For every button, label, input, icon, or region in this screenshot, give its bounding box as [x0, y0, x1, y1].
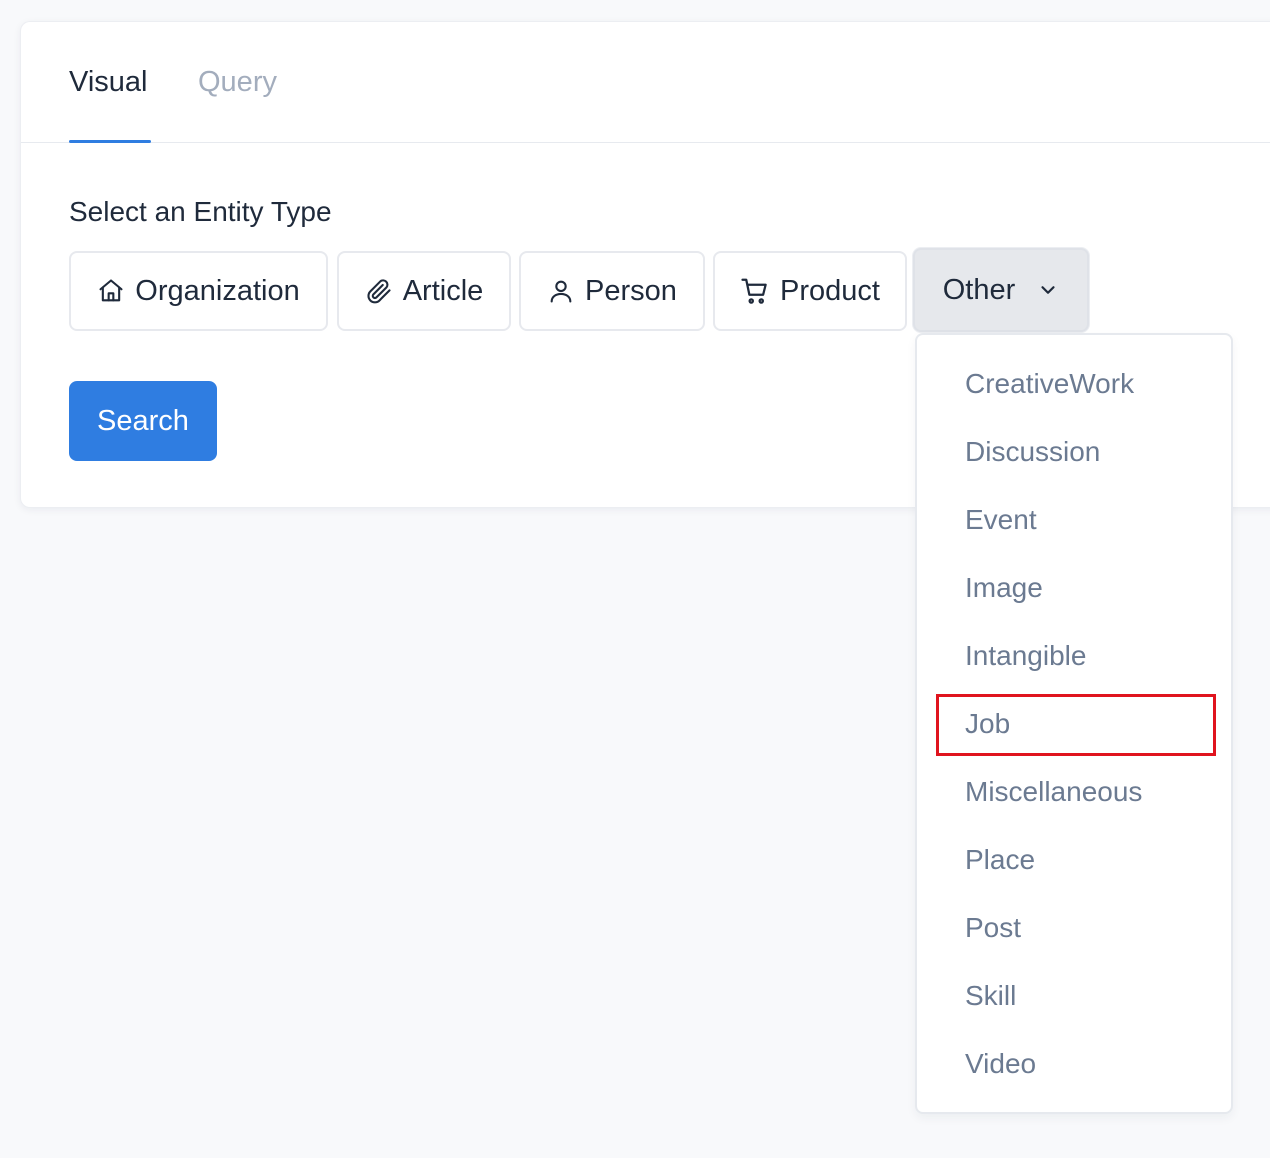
menu-item-video[interactable]: Video: [917, 1034, 1231, 1094]
search-button[interactable]: Search: [69, 381, 217, 461]
menu-item-creativework[interactable]: CreativeWork: [917, 354, 1231, 414]
organization-button-label: Organization: [135, 274, 300, 307]
product-button[interactable]: Product: [713, 251, 907, 331]
tab-query[interactable]: Query: [198, 64, 277, 100]
other-dropdown-menu: CreativeWork Discussion Event Image Inta…: [915, 333, 1233, 1114]
home-icon: [97, 277, 125, 305]
other-button-label: Other: [942, 273, 1016, 306]
tab-bar: Visual Query: [21, 22, 1270, 143]
user-icon: [547, 277, 575, 305]
product-button-label: Product: [780, 274, 880, 307]
paperclip-icon: [365, 277, 393, 305]
shopping-cart-icon: [740, 276, 770, 306]
other-dropdown-button[interactable]: Other: [913, 248, 1089, 332]
menu-item-place[interactable]: Place: [917, 830, 1231, 890]
tab-visual[interactable]: Visual: [69, 64, 147, 100]
menu-item-job[interactable]: Job: [917, 694, 1231, 754]
menu-item-image[interactable]: Image: [917, 558, 1231, 618]
article-button-label: Article: [402, 274, 484, 307]
active-tab-indicator: [69, 140, 151, 143]
chevron-down-icon: [1037, 279, 1059, 301]
menu-item-event[interactable]: Event: [917, 490, 1231, 550]
menu-item-intangible[interactable]: Intangible: [917, 626, 1231, 686]
person-button-label: Person: [585, 274, 677, 307]
entity-type-label: Select an Entity Type: [69, 196, 332, 227]
menu-item-discussion[interactable]: Discussion: [917, 422, 1231, 482]
article-button[interactable]: Article: [337, 251, 511, 331]
organization-button[interactable]: Organization: [69, 251, 328, 331]
menu-item-skill[interactable]: Skill: [917, 966, 1231, 1026]
person-button[interactable]: Person: [519, 251, 705, 331]
menu-item-miscellaneous[interactable]: Miscellaneous: [917, 762, 1231, 822]
menu-item-post[interactable]: Post: [917, 898, 1231, 958]
